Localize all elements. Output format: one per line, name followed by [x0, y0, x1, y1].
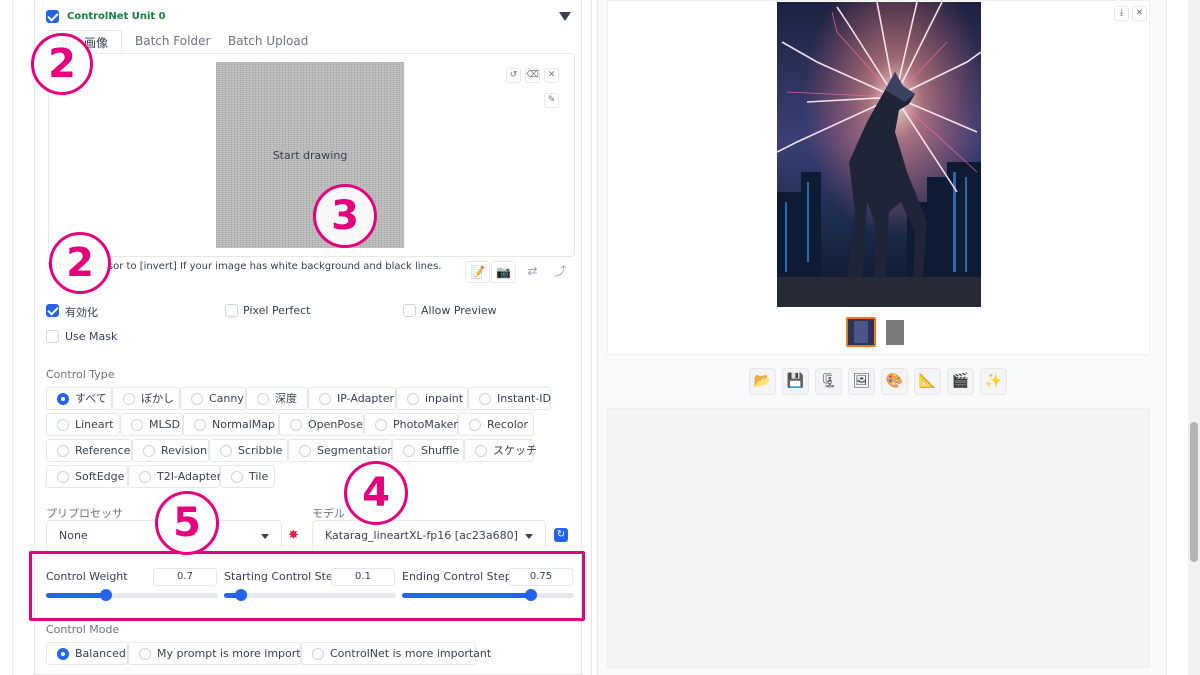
save-icon[interactable]: 💾	[782, 368, 809, 395]
callout-3-canvas: 3	[313, 184, 377, 248]
callout-5-preprocessor: 5	[155, 491, 219, 555]
control-type-option[interactable]: MLSD	[120, 413, 183, 436]
control-type-option[interactable]: Revision	[132, 439, 209, 462]
ending-step-input[interactable]: 0.75	[509, 568, 573, 586]
control-type-option[interactable]: Tile	[220, 465, 275, 488]
unit-title: ControlNet Unit 0	[67, 11, 166, 22]
thumbnail-noise[interactable]	[886, 320, 904, 345]
callout-2-tabs: 2	[31, 33, 93, 95]
ending-step-slider[interactable]	[402, 589, 574, 601]
allow-preview-label: Allow Preview	[421, 304, 497, 317]
preprocessor-label: プリプロセッサ	[46, 507, 123, 520]
callout-4-model: 4	[344, 461, 408, 525]
control-type-option[interactable]: 深度	[246, 387, 308, 410]
control-mode-option[interactable]: ControlNet is more important	[301, 642, 491, 665]
control-type-option[interactable]: Recolor	[458, 413, 534, 436]
brush-icon[interactable]: ✎	[544, 93, 559, 108]
swap-icon[interactable]: ⇄	[520, 261, 545, 283]
starting-step-input[interactable]: 0.1	[331, 568, 395, 586]
image-icon[interactable]: 🖼	[848, 368, 875, 395]
model-label: モデル	[312, 507, 345, 520]
control-type-option[interactable]: スケッチ	[464, 439, 537, 462]
control-type-option[interactable]: inpaint	[396, 387, 468, 410]
use-mask-label: Use Mask	[65, 330, 118, 343]
sliders-highlight-box	[29, 551, 585, 621]
sparkle-icon[interactable]: ✨	[980, 368, 1007, 395]
page-scrollbar[interactable]	[1188, 0, 1200, 675]
close-icon[interactable]: ✕	[544, 68, 559, 83]
generated-wolf-image[interactable]	[776, 1, 982, 307]
control-mode-option[interactable]: Balanced	[46, 642, 128, 665]
ruler-icon[interactable]: 📐	[914, 368, 941, 395]
download-icon[interactable]: ⤓	[1114, 6, 1129, 21]
enable-label: 有効化	[65, 306, 98, 319]
send-icon[interactable]: ⤴	[548, 261, 573, 283]
model-select[interactable]: Katarag_lineartXL-fp16 [ac23a680]	[312, 520, 546, 552]
control-type-option[interactable]: OpenPose	[279, 413, 364, 436]
collapse-triangle-icon[interactable]	[559, 12, 571, 21]
invert-hint-text: t the processor to [invert] If your imag…	[48, 261, 442, 272]
notepad-icon[interactable]: 📝	[465, 261, 490, 283]
clapper-icon[interactable]: 🎬	[947, 368, 974, 395]
control-type-option[interactable]: Reference	[46, 439, 132, 462]
control-type-option[interactable]: PhotoMaker	[364, 413, 458, 436]
control-type-option[interactable]: Scribble	[209, 439, 288, 462]
control-type-option[interactable]: Shuffle	[392, 439, 464, 462]
control-type-option[interactable]: Instant-ID	[468, 387, 551, 410]
control-type-option[interactable]: すべて	[46, 387, 112, 410]
scrollbar-thumb[interactable]	[1190, 422, 1198, 562]
control-type-option[interactable]: IP-Adapter	[308, 387, 396, 410]
tab-batch-upload[interactable]: Batch Upload	[228, 34, 308, 48]
control-weight-slider[interactable]	[46, 589, 218, 601]
control-mode-label: Control Mode	[46, 623, 120, 636]
palette-icon[interactable]: 🎨	[881, 368, 908, 395]
control-weight-label: Control Weight	[46, 570, 128, 583]
canvas-placeholder: Start drawing	[272, 149, 348, 162]
control-type-option[interactable]: ぼかし	[112, 387, 180, 410]
allow-preview-checkbox[interactable]	[403, 304, 416, 320]
control-type-option[interactable]: T2I-Adapter	[128, 465, 221, 488]
control-type-option[interactable]: SoftEdge	[46, 465, 128, 488]
control-type-label: Control Type	[46, 368, 115, 381]
use-mask-checkbox[interactable]	[46, 330, 59, 346]
control-type-option[interactable]: Canny	[180, 387, 246, 410]
folder-icon[interactable]: 📂	[749, 368, 776, 395]
pixel-perfect-checkbox[interactable]	[225, 304, 238, 320]
control-mode-option[interactable]: My prompt is more important	[128, 642, 319, 665]
zip-icon[interactable]: 🗜	[815, 368, 842, 395]
undo-icon[interactable]: ↺	[506, 68, 521, 83]
ending-step-label: Ending Control Step	[402, 570, 512, 583]
output-info-area	[607, 408, 1150, 668]
control-type-option[interactable]: Segmentation	[288, 439, 394, 462]
unit-enable-checkbox[interactable]	[46, 10, 59, 26]
thumbnail-selected[interactable]	[846, 317, 876, 347]
control-type-option[interactable]: Lineart	[46, 413, 120, 436]
pixel-perfect-label: Pixel Perfect	[243, 304, 311, 317]
starting-step-slider[interactable]	[224, 589, 396, 601]
control-type-option[interactable]: NormalMap	[183, 413, 279, 436]
gallery-close-icon[interactable]: ✕	[1132, 6, 1147, 21]
erase-icon[interactable]: ⌫	[525, 68, 540, 83]
enable-checkbox[interactable]	[46, 304, 59, 320]
refresh-icon[interactable]: ↻	[554, 528, 568, 542]
starting-step-label: Starting Control Step	[224, 570, 340, 583]
callout-2-enable: 2	[49, 232, 111, 294]
camera-icon[interactable]: 📷	[491, 261, 516, 283]
control-weight-input[interactable]: 0.7	[153, 568, 217, 586]
tab-batch-folder[interactable]: Batch Folder	[135, 34, 210, 48]
explode-icon[interactable]: ✸	[288, 528, 299, 543]
